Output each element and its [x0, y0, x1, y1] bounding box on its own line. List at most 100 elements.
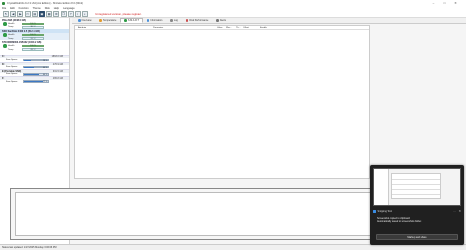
col-worst[interactable]: Wor...: [226, 27, 232, 29]
free-space-bar: 77 %: [23, 80, 50, 84]
tab-overview[interactable]: Overview: [74, 18, 95, 23]
health-status-icon: [3, 33, 7, 37]
temperature-icon: [99, 19, 102, 22]
notification-line-2: Automatically saved to screenshots folde…: [377, 220, 422, 224]
free-space-fill: [24, 81, 43, 82]
register-notice[interactable]: Unregistered version, please register.: [95, 12, 141, 16]
refresh-icon[interactable]: ↻: [3, 10, 9, 17]
temp-label: Temp: [8, 48, 14, 51]
health-bar: 100 %: [22, 44, 44, 48]
chart-icon[interactable]: ▤: [31, 10, 38, 17]
notification-message: Screenshot copied to clipboard Automatic…: [377, 217, 457, 223]
theme-icon[interactable]: ◐: [82, 10, 89, 17]
copy-icon[interactable]: ❐: [60, 10, 67, 17]
free-space-fill: [24, 74, 39, 75]
volume-name: C:: [2, 55, 5, 59]
app-icon: [2, 1, 5, 5]
temp-label: Temp: [8, 26, 14, 29]
settings-icon[interactable]: ⚙: [53, 10, 60, 17]
tab-information[interactable]: Information: [143, 18, 166, 23]
health-label: Health: [8, 22, 15, 25]
close-notification-icon[interactable]: ✕: [458, 209, 461, 213]
volume-name: F:: [2, 76, 5, 80]
volume-size: 1863.0 GB: [51, 55, 63, 59]
notification-app-name: Snipping Tool: [377, 210, 392, 213]
maximize-icon[interactable]: □: [441, 1, 448, 5]
back-icon[interactable]: ◀: [10, 10, 17, 17]
tab-temperature[interactable]: Temperature: [95, 18, 120, 23]
help-icon[interactable]: ?: [67, 10, 74, 17]
health-bar: 100 %: [22, 22, 44, 26]
tab-label: S.M.A.R.T: [127, 19, 139, 22]
free-space-value: 28 %: [43, 59, 48, 62]
temp-bar: 28 °C: [22, 48, 44, 52]
free-space-value: 60 %: [43, 74, 48, 77]
col-value[interactable]: Value: [217, 27, 222, 29]
health-status-icon: [3, 44, 7, 48]
tab-smart[interactable]: S.M.A.R.T: [120, 18, 143, 23]
snipping-tool-notification[interactable]: Snipping Tool … ✕ Screenshot copied to c…: [370, 165, 464, 245]
free-space-fill: [24, 66, 34, 68]
health-label: Health: [8, 33, 15, 36]
temp-label: Temp: [8, 37, 14, 40]
tab-log[interactable]: Log: [166, 18, 182, 23]
device-item[interactable]: ST1000DM003-1SB102 (1000.2 GB) Health 10…: [0, 40, 69, 52]
device-item[interactable]: PNa 2GB (2048.0 GB) Health 100 % Temp 36…: [0, 18, 69, 29]
free-space-bar: 28 %: [23, 58, 50, 62]
log-icon: [170, 19, 173, 22]
col-parameter[interactable]: Parameter: [153, 27, 163, 29]
col-enable[interactable]: Enable: [260, 27, 267, 29]
screenshot-thumbnail[interactable]: [373, 168, 461, 206]
save-icon[interactable]: ▦: [46, 10, 53, 17]
information-icon: [146, 19, 150, 22]
toolbar: ↻ ◀ ▶ ▭ ▤ ▣ ▦ ⚙ ❐ ? i ◐ Unregistered ver…: [0, 10, 466, 18]
col-threshold[interactable]: Th...: [236, 27, 240, 29]
thumbnail-sidebar: [374, 169, 389, 205]
free-space-label: Free Space: [6, 73, 18, 76]
monitor-icon[interactable]: ▣: [38, 10, 45, 17]
status-text: Status last updated: 1/17/2025 Monday 3:…: [2, 246, 57, 249]
tab-label: Temperature: [102, 19, 117, 22]
volume-size: 476.9 GB: [52, 62, 63, 66]
tab-label: Log: [173, 19, 178, 22]
free-space-row: Free Space 77 %: [0, 80, 69, 84]
device-item[interactable]: SSD SanDisk X400 2.5 (512.1 GB) Health 1…: [0, 29, 69, 41]
smart-table[interactable]: Attribute Parameter Value Wor... Th... O…: [74, 25, 370, 179]
free-space-bar: 60 %: [23, 73, 50, 77]
lower-panel-content: [15, 192, 383, 236]
free-space-value: 40 %: [43, 66, 48, 69]
health-status-icon: [3, 22, 7, 26]
free-space-label: Free Space: [6, 66, 18, 69]
tab-label: Disk Performance: [189, 19, 209, 22]
notification-app: Snipping Tool: [373, 210, 392, 213]
snipping-tool-icon: [373, 210, 376, 213]
disk-icon[interactable]: ▭: [24, 10, 31, 17]
tab-strip: Overview Temperature S.M.A.R.T Informati…: [72, 18, 466, 24]
tab-label: Information: [150, 19, 163, 22]
thumbnail-grid: [391, 173, 441, 199]
info-icon[interactable]: i: [74, 10, 81, 17]
close-icon[interactable]: ✕: [452, 1, 459, 5]
free-space-label: Free Space: [6, 58, 18, 61]
forward-icon[interactable]: ▶: [17, 10, 24, 17]
health-bar: 100 %: [22, 33, 44, 37]
alerts-icon: [216, 19, 219, 22]
lower-panel: [10, 188, 388, 240]
col-attribute[interactable]: Attribute: [78, 27, 86, 29]
markup-and-share-button[interactable]: Markup and share: [376, 234, 458, 240]
tab-label: Overview: [81, 19, 92, 22]
performance-icon: [185, 19, 189, 22]
smart-icon: [124, 19, 127, 22]
col-offset[interactable]: Offset: [243, 27, 249, 29]
free-space-fill: [24, 59, 32, 61]
table-header: Attribute Parameter Value Wor... Th... O…: [75, 26, 369, 30]
tab-disk-performance[interactable]: Disk Performance: [182, 18, 213, 23]
tab-label: Alerts: [219, 19, 227, 22]
more-options-icon[interactable]: …: [453, 209, 456, 213]
volume-size: 465.8 GB: [52, 76, 63, 80]
free-space-value: 77 %: [43, 81, 48, 84]
free-space-bar: 40 %: [23, 65, 50, 69]
app-window: CrystalDiskInfo 9.2.3 x64 [Aoi Edition] …: [0, 0, 466, 250]
minimize-icon[interactable]: –: [430, 1, 437, 5]
tab-alerts[interactable]: Alerts: [212, 18, 230, 23]
